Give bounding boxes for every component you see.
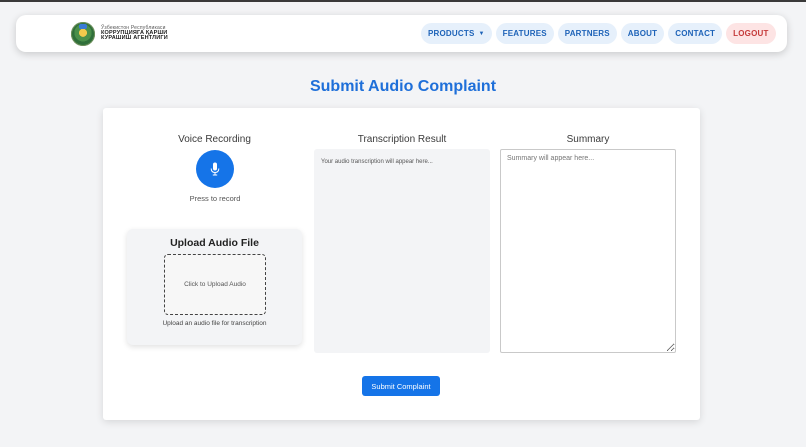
brand-text: Ўзбекистон Республикаси КОРРУПЦИЯГА ҚАРШ…: [101, 25, 168, 42]
window-top-border: [0, 0, 806, 2]
page-title: Submit Audio Complaint: [309, 78, 497, 95]
main-nav: PRODUCTS ▼ FEATURES PARTNERS ABOUT CONTA…: [421, 23, 776, 44]
nav-contact-link[interactable]: CONTACT: [668, 23, 723, 44]
submit-complaint-button[interactable]: Submit Complaint: [362, 376, 440, 396]
transcription-heading: Transcription Result: [357, 134, 447, 145]
microphone-icon: [210, 162, 220, 176]
summary-textarea[interactable]: [500, 149, 676, 353]
upload-help-text: Upload an audio file for transcription: [162, 320, 267, 327]
nav-products-label: PRODUCTS: [428, 29, 475, 38]
upload-dropzone[interactable]: Click to Upload Audio: [164, 254, 266, 315]
record-button[interactable]: [196, 150, 234, 188]
navbar: Ўзбекистон Республикаси КОРРУПЦИЯГА ҚАРШ…: [16, 15, 787, 52]
nav-partners-link[interactable]: PARTNERS: [557, 23, 617, 44]
state-emblem-icon: [71, 21, 95, 46]
nav-products-dropdown[interactable]: PRODUCTS ▼: [421, 23, 492, 44]
chevron-down-icon: ▼: [478, 30, 485, 37]
upload-audio-title: Upload Audio File: [170, 237, 259, 249]
brand-line-3: КУРАШИШ АГЕНТЛИГИ: [101, 35, 168, 41]
complaint-form-card: Voice Recording Press to record Upload A…: [103, 108, 700, 420]
brand-logo[interactable]: Ўзбекистон Республикаси КОРРУПЦИЯГА ҚАРШ…: [71, 21, 168, 46]
nav-features-link[interactable]: FEATURES: [495, 23, 554, 44]
voice-recording-heading: Voice Recording: [178, 134, 251, 145]
record-hint: Press to record: [189, 194, 241, 203]
upload-audio-panel: Upload Audio File Click to Upload Audio …: [127, 229, 302, 345]
transcription-output: Your audio transcription will appear her…: [314, 149, 490, 353]
nav-about-link[interactable]: ABOUT: [620, 23, 665, 44]
logout-button[interactable]: LOGOUT: [726, 23, 776, 44]
summary-heading: Summary: [566, 134, 610, 145]
